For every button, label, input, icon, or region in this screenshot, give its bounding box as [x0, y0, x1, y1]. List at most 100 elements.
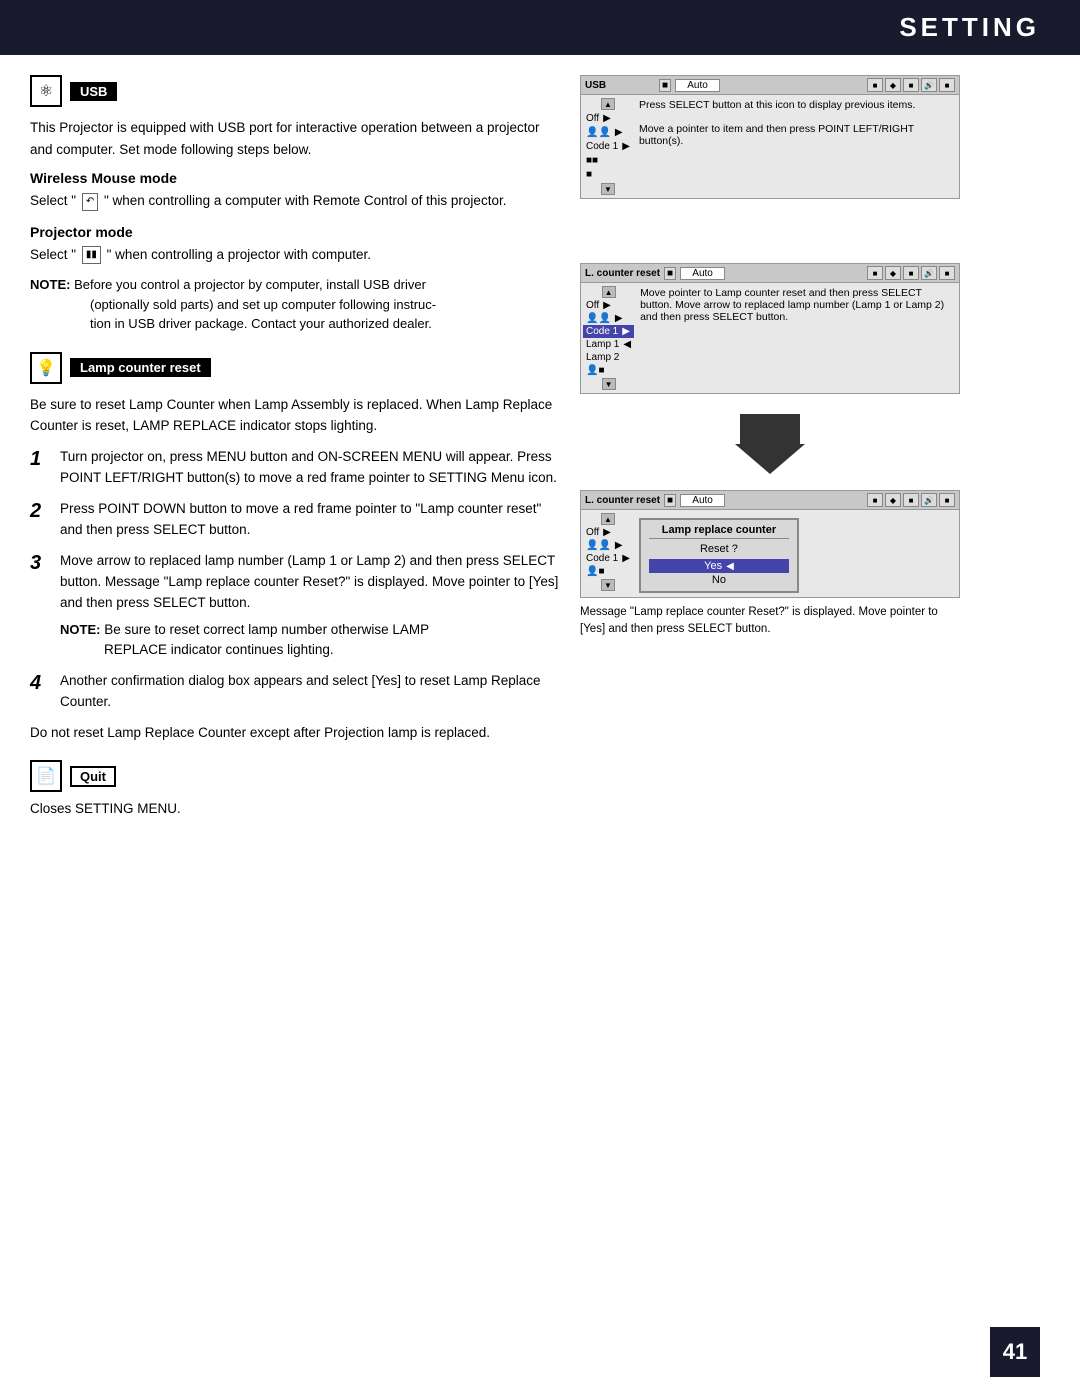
lamp1-menu-ww: 👤👤 ▶ — [583, 312, 634, 325]
lamp1-off-arrow: ▶ — [603, 300, 611, 311]
step-3-note: NOTE: Be sure to reset correct lamp numb… — [60, 620, 560, 662]
lamp-label: Lamp counter reset — [70, 358, 211, 377]
ww-arrow: ▶ — [615, 127, 623, 138]
up-arrow[interactable]: ▲ — [601, 98, 615, 110]
lamp1-left: ▲ Off ▶ 👤👤 ▶ Code 1 — [581, 283, 636, 393]
right-column: USB ■ Auto ■ ◆ ■ 🔊 ■ ▲ — [580, 75, 960, 830]
dialog-option-yes[interactable]: Yes ◀ — [649, 559, 789, 573]
step-3: 3 Move arrow to replaced lamp number (La… — [30, 551, 560, 662]
lamp2-icon1[interactable]: ■ — [867, 493, 883, 507]
lamp-replace-dialog: Lamp replace counter Reset ? Yes ◀ No — [639, 518, 799, 593]
lamp-panel2: L. counter reset ■ Auto ■ ◆ ■ 🔊 ■ ▲ — [580, 490, 960, 598]
lamp2-menu-rows: Off ▶ 👤👤 ▶ Code 1 ▶ — [583, 526, 633, 578]
projector-mode-icon: ▮▮ — [82, 246, 101, 264]
lamp1-menu-icons: 👤■ — [583, 364, 634, 377]
lamp2-ww-icons: 👤👤 — [586, 540, 611, 551]
lamp2-off-arrow: ▶ — [603, 527, 611, 538]
step-2: 2 Press POINT DOWN button to move a red … — [30, 499, 560, 541]
quit-icon-box: 📄 — [30, 760, 62, 792]
page-title: SETTING — [899, 12, 1040, 42]
usb-icon1[interactable]: ■ — [867, 78, 883, 92]
lamp1-extra1: Lamp 1 — [586, 339, 619, 350]
note-text-step3: Be sure to reset correct lamp number oth… — [104, 622, 429, 637]
lamp-panel2-header: L. counter reset ■ Auto ■ ◆ ■ 🔊 ■ — [581, 491, 959, 510]
step-4-text: Another confirmation dialog box appears … — [60, 671, 560, 713]
usb-menu-item-code: Code 1 ▶ — [583, 140, 633, 153]
lamp2-panel-note: Message "Lamp replace counter Reset?" is… — [580, 604, 960, 637]
lamp2-menu-ww: 👤👤 ▶ — [583, 539, 633, 552]
step-3-text: Move arrow to replaced lamp number (Lamp… — [60, 551, 560, 662]
lamp1-up-arrow[interactable]: ▲ — [602, 286, 616, 298]
note-label-usb: NOTE: — [30, 277, 70, 292]
lamp1-icon1[interactable]: ■ — [867, 266, 883, 280]
lamp-panel1-dropdown[interactable]: Auto — [680, 267, 725, 280]
lamp-panel1-header: L. counter reset ■ Auto ■ ◆ ■ 🔊 ■ — [581, 264, 959, 283]
usb-icon2[interactable]: ◆ — [885, 78, 901, 92]
usb-icon: ⚛ — [39, 81, 53, 101]
projector-mode-note: NOTE: Before you control a projector by … — [30, 275, 560, 334]
lamp-panel2-label: L. counter reset — [585, 495, 660, 506]
lamp-footer-text: Do not reset Lamp Replace Counter except… — [30, 723, 560, 744]
usb-panel-wrapper: USB ■ Auto ■ ◆ ■ 🔊 ■ ▲ — [580, 75, 960, 203]
lamp2-ww-arrow: ▶ — [615, 540, 623, 551]
down-arrow[interactable]: ▼ — [601, 183, 615, 195]
usb-menu-item-extra: ■■ — [583, 154, 633, 167]
usb-menu-item-off: Off ▶ — [583, 112, 633, 125]
usb-panel-header: USB ■ Auto ■ ◆ ■ 🔊 ■ — [581, 76, 959, 95]
lamp2-panel-content: Lamp replace counter Reset ? Yes ◀ No — [635, 510, 959, 597]
lamp1-icons2: 👤■ — [586, 365, 605, 376]
lamp-panel1: L. counter reset ■ Auto ■ ◆ ■ 🔊 ■ ▲ — [580, 263, 960, 394]
usb-panel-body: ▲ Off ▶ 👤👤 ▶ Code 1 — [581, 95, 959, 198]
lamp2-down-arrow[interactable]: ▼ — [601, 579, 615, 591]
lamp2-icon4[interactable]: 🔊 — [921, 493, 937, 507]
lamp1-menu-extra1: Lamp 1 ◀ — [583, 338, 634, 351]
projector-mode-text: Select " ▮▮ " when controlling a project… — [30, 244, 560, 266]
lamp-description: Be sure to reset Lamp Counter when Lamp … — [30, 394, 560, 437]
lamp-panel1-body: ▲ Off ▶ 👤👤 ▶ Code 1 — [581, 283, 959, 393]
lamp1-icon4[interactable]: 🔊 — [921, 266, 937, 280]
lamp1-menu-extra2: Lamp 2 — [583, 351, 634, 364]
dialog-option-no[interactable]: No — [649, 573, 789, 587]
lamp2-up-arrow[interactable]: ▲ — [601, 513, 615, 525]
usb-section: ⚛ USB This Projector is equipped with US… — [30, 75, 560, 334]
usb-panel-icon1: ■ — [659, 79, 671, 92]
lamp2-icon5[interactable]: ■ — [939, 493, 955, 507]
lamp1-icon3[interactable]: ■ — [903, 266, 919, 280]
lamp1-down-arrow[interactable]: ▼ — [602, 378, 616, 390]
lamp2-left: ▲ Off ▶ 👤👤 ▶ Code 1 — [581, 510, 635, 597]
lamp2-icon2[interactable]: ◆ — [885, 493, 901, 507]
wireless-mouse-heading: Wireless Mouse mode — [30, 170, 560, 186]
usb-label: USB — [70, 82, 117, 101]
lamp-panel2-dropdown[interactable]: Auto — [680, 494, 725, 507]
note-text-step3b: REPLACE indicator continues lighting. — [104, 640, 560, 661]
code1-arrow: ▶ — [622, 141, 630, 152]
lamp2-icon3[interactable]: ■ — [903, 493, 919, 507]
code1-label: Code 1 — [586, 141, 618, 152]
lamp1-code1-label: Code 1 — [586, 326, 618, 337]
step-1-number: 1 — [30, 447, 50, 471]
usb-menu-item-ww: 👤👤 ▶ — [583, 126, 633, 139]
lamp-panel1-wrapper: L. counter reset ■ Auto ■ ◆ ■ 🔊 ■ ▲ — [580, 263, 960, 398]
lamp1-icon2[interactable]: ◆ — [885, 266, 901, 280]
lamp1-icon5[interactable]: ■ — [939, 266, 955, 280]
usb-icon5[interactable]: ■ — [939, 78, 955, 92]
quit-icon: 📄 — [36, 766, 56, 786]
lamp1-ww-arrow: ▶ — [615, 313, 623, 324]
yes-arrow: ◀ — [726, 561, 734, 572]
usb-icon4[interactable]: 🔊 — [921, 78, 937, 92]
note-label-step3: NOTE: — [60, 622, 100, 637]
lamp1-off-label: Off — [586, 300, 599, 311]
yes-label: Yes — [704, 560, 722, 572]
wireless-mouse-text: Select " ↶ " when controlling a computer… — [30, 190, 560, 212]
step-1-text: Turn projector on, press MENU button and… — [60, 447, 560, 489]
usb-section-header: ⚛ USB — [30, 75, 560, 107]
lamp-panel2-icons: ■ ◆ ■ 🔊 ■ — [867, 493, 955, 507]
lamp-icon-box: 💡 — [30, 352, 62, 384]
note-indent-usb: (optionally sold parts) and set up compu… — [90, 295, 560, 334]
usb-icon3[interactable]: ■ — [903, 78, 919, 92]
usb-panel-dropdown[interactable]: Auto — [675, 79, 720, 92]
projector-mode-section: Projector mode Select " ▮▮ " when contro… — [30, 224, 560, 334]
lamp-section-header: 💡 Lamp counter reset — [30, 352, 560, 384]
quit-label: Quit — [70, 766, 116, 787]
ww-icons: 👤👤 — [586, 127, 611, 138]
